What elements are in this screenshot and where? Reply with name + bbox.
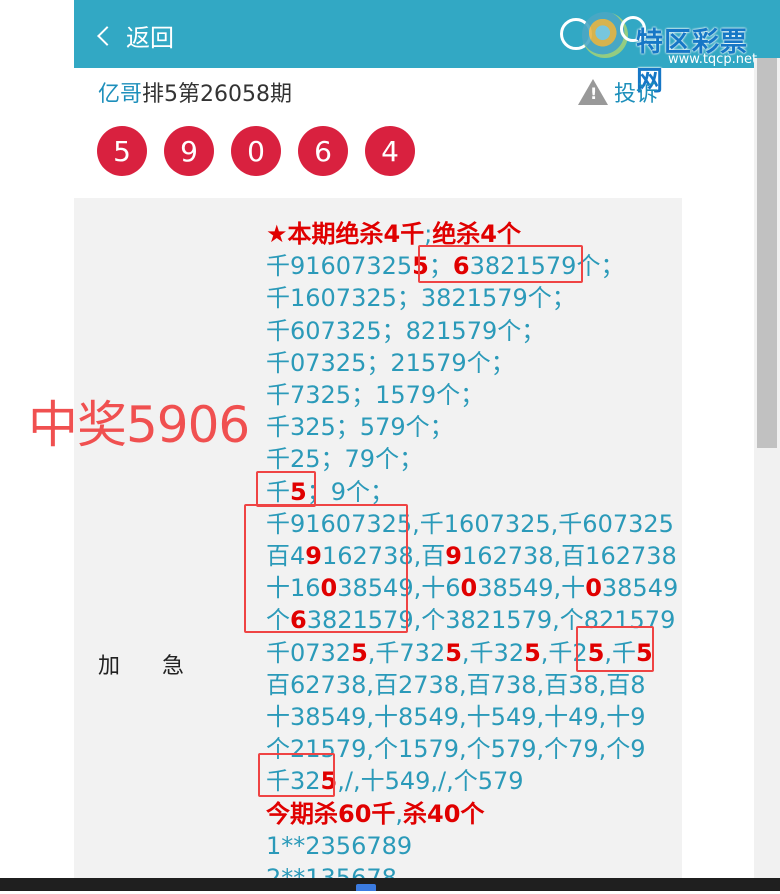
prediction-text: ,: [395, 799, 404, 828]
back-label: 返回: [126, 24, 174, 52]
prediction-line: 千1607325；3821579个；: [266, 282, 666, 314]
taskbar: [0, 878, 780, 891]
result-ball: 9: [164, 126, 214, 176]
prediction-line: 千607325；821579个；: [266, 315, 666, 347]
header-actions: 特区彩票网 www.tqcp.net: [560, 12, 770, 97]
prediction-text: ,千732: [367, 638, 446, 667]
draw-result-balls: 5 9 0 6 4: [97, 126, 415, 176]
complaint-label: 投诉: [613, 82, 658, 107]
prediction-text: 千1607325；3821579个；: [266, 284, 576, 313]
result-ball: 6: [298, 126, 348, 176]
prediction-text: 千91607325: [266, 252, 413, 281]
prediction-line: 十38549,十8549,十549,十49,十9: [266, 701, 666, 733]
row-label: 加急: [98, 654, 227, 679]
highlight-digit: 0: [460, 574, 478, 603]
prediction-text: 千607325；821579个；: [266, 316, 546, 345]
prediction-line: 1**2356789: [266, 830, 666, 862]
prediction-line: 千25；79个；: [266, 443, 666, 475]
prediction-text: 162738,百162738: [461, 542, 677, 571]
result-ball: 5: [97, 126, 147, 176]
prediction-line: 千7325；1579个；: [266, 379, 666, 411]
highlight-digit: 5: [351, 638, 368, 667]
prediction-line: 千07325；21579个；: [266, 347, 666, 379]
highlight-digit: 杀40个: [403, 799, 485, 828]
highlight-digit: 绝杀4个: [432, 220, 522, 248]
prediction-text: 38549: [601, 574, 679, 603]
prediction-text: 38549,十: [477, 574, 586, 603]
highlight-box: [258, 753, 335, 797]
highlight-box: [244, 504, 408, 633]
highlight-digit: 今期杀60千: [266, 799, 396, 828]
back-button[interactable]: 返回: [97, 18, 174, 53]
result-ball: 0: [231, 126, 281, 176]
chevron-left-icon: [97, 25, 117, 46]
top-nav-bar: 返回 特区彩票网 www.tqcp.net: [74, 0, 780, 97]
prediction-text: 千0732: [266, 638, 352, 667]
highlight-digit: ★本期绝杀4千: [266, 220, 425, 248]
prediction-text: 1**2356789: [266, 831, 413, 860]
highlight-digit: 9: [445, 542, 462, 571]
prediction-line: 百62738,百2738,百738,百38,百8: [266, 669, 666, 701]
highlight-digit: 0: [585, 574, 602, 603]
prediction-line: 今期杀60千,杀40个: [266, 798, 666, 830]
highlight-box: [418, 245, 583, 283]
highlight-box: [576, 626, 654, 672]
taskbar-app-icon[interactable]: [356, 884, 376, 891]
author-link[interactable]: 亿哥: [98, 82, 142, 107]
complaint-button[interactable]: 投诉: [577, 76, 658, 108]
prediction-line: 千5；9个；: [266, 476, 666, 508]
win-annotation: 中奖5906: [28, 396, 250, 454]
scrollbar-thumb[interactable]: [757, 58, 777, 448]
prediction-text: ；9个；: [306, 477, 394, 506]
warning-icon: [577, 79, 608, 105]
highlight-digit: 5: [445, 638, 462, 667]
prediction-text: 千325；579个；: [266, 413, 454, 442]
highlight-box: [256, 471, 316, 507]
result-ball: 4: [365, 126, 415, 176]
prediction-text: 千07325；21579个；: [266, 348, 515, 377]
prediction-text: ,/,十549,/,个579: [337, 767, 524, 796]
prediction-text: 十38549,十8549,十549,十49,十9: [266, 703, 646, 732]
site-logo-url: www.tqcp.net: [668, 52, 758, 67]
issue-title: 排5第26058期: [142, 82, 292, 107]
highlight-digit: 5: [524, 638, 541, 667]
prediction-text: 百62738,百2738,百738,百38,百8: [266, 670, 646, 699]
prediction-line: 千325；579个；: [266, 411, 666, 443]
prediction-text: 千7325；1579个；: [266, 381, 485, 410]
post-title-row: 亿哥排5第26058期 投诉: [98, 76, 658, 110]
prediction-text: 千25；79个；: [266, 445, 424, 474]
prediction-text: ,千32: [461, 638, 525, 667]
